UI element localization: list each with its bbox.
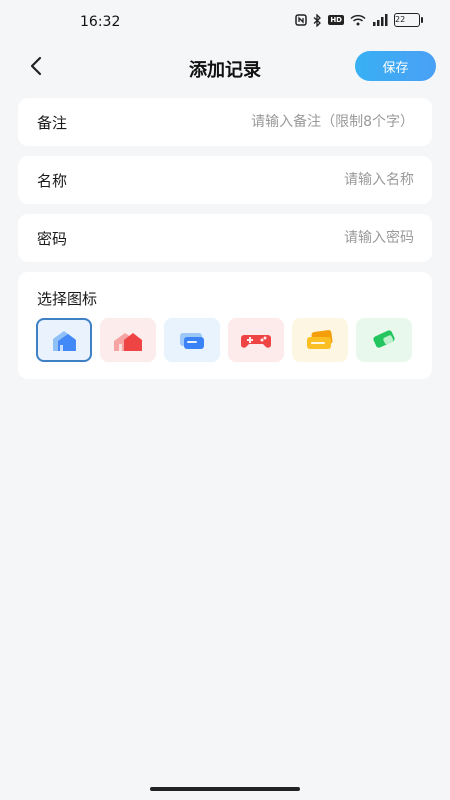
password-field-card: 密码 [18, 214, 432, 262]
icon-option-card-blue[interactable] [164, 318, 220, 362]
name-field-card: 名称 [18, 156, 432, 204]
save-button[interactable]: 保存 [355, 51, 436, 81]
hd-icon: HD [328, 15, 344, 25]
status-bar: 16:32 HD 22 [0, 0, 450, 44]
signal-icon [372, 14, 388, 26]
wifi-icon [350, 14, 366, 26]
house-blue-icon [53, 331, 76, 351]
icon-option-house-red[interactable] [100, 318, 156, 362]
nfc-icon [295, 14, 308, 26]
name-label: 名称 [37, 172, 68, 190]
icon-option-gamepad-red[interactable] [228, 318, 284, 362]
app-header: 添加记录 保存 [0, 44, 450, 90]
icon-option-eraser-green[interactable] [356, 318, 412, 362]
note-field-card: 备注 [18, 98, 432, 146]
battery-icon: 22 [394, 13, 423, 27]
gamepad-red-icon [241, 335, 271, 348]
note-input[interactable] [154, 108, 414, 136]
card-blue-icon [180, 333, 204, 349]
eraser-green-icon [373, 330, 395, 348]
name-input[interactable] [154, 166, 414, 194]
house-red-icon [114, 333, 142, 351]
icon-option-wallet-orange[interactable] [292, 318, 348, 362]
wallet-orange-icon [307, 330, 333, 349]
icon-picker-card: 选择图标 [18, 272, 432, 379]
status-icons: HD 22 [295, 13, 423, 27]
bluetooth-icon [313, 13, 322, 27]
password-label: 密码 [37, 230, 68, 248]
password-input[interactable] [154, 224, 414, 252]
status-time: 16:32 [80, 14, 121, 30]
icon-options [36, 318, 412, 362]
icon-option-house-blue[interactable] [36, 318, 92, 362]
icon-picker-title: 选择图标 [37, 290, 98, 308]
note-label: 备注 [37, 114, 68, 132]
home-indicator [150, 787, 300, 791]
